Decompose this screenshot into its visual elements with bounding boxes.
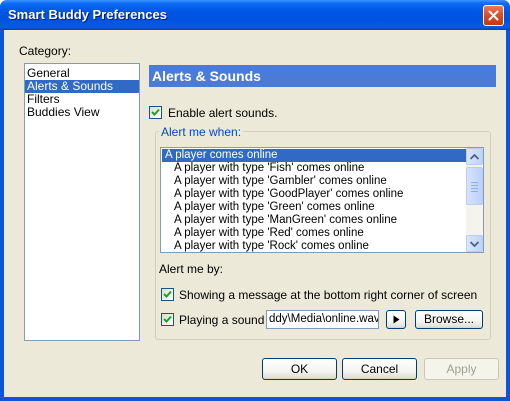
window-title: Smart Buddy Preferences [8,7,167,22]
category-item[interactable]: Buddies View [25,106,139,119]
alert-when-list[interactable]: A player comes online A player with type … [160,147,484,253]
browse-button[interactable]: Browse... [415,310,483,329]
play-sound-button[interactable] [386,310,406,329]
dialog-client-area: Category: General Alerts & Sounds Filters B… [4,30,506,397]
alert-list-item[interactable]: A player with type 'GoodPlayer' comes on… [162,188,466,201]
scroll-down-arrow-icon [470,240,479,247]
close-button[interactable] [483,5,504,26]
alert-list-scrollbar[interactable] [466,148,483,252]
category-list[interactable]: General Alerts & Sounds Filters Buddies Vie… [24,63,140,341]
checkmark-icon [151,108,160,116]
category-label: Category: [19,44,72,58]
scroll-down-button[interactable] [466,235,483,252]
alert-list-item[interactable]: A player with type 'Green' comes online [162,201,466,214]
play-sound-checkbox[interactable] [161,313,174,326]
scroll-thumb[interactable] [466,167,483,205]
enable-alerts-checkbox[interactable] [149,106,162,119]
alert-list-item[interactable]: A player with type 'Gambler' comes onlin… [162,175,466,188]
play-sound-label: Playing a sound [179,313,265,327]
ok-button[interactable]: OK [262,358,337,380]
alert-by-label: Alert me by: [159,262,224,276]
cancel-button[interactable]: Cancel [342,358,417,380]
sound-file-field[interactable]: ddy\Media\online.wav [266,310,379,329]
alert-list-item[interactable]: A player with type 'ManGreen' comes onli… [162,214,466,227]
scroll-up-arrow-icon [470,153,479,160]
alert-when-label: Alert me when: [159,125,244,139]
alert-list-item[interactable]: A player with type 'Red' comes online [162,227,466,240]
title-bar[interactable]: Smart Buddy Preferences [0,0,510,30]
section-title: Alerts & Sounds [149,65,496,87]
close-icon [488,10,499,21]
show-message-checkbox[interactable] [161,288,174,301]
apply-button: Apply [424,358,499,380]
alert-list-item[interactable]: A player comes online [162,149,466,162]
play-icon [393,315,399,324]
scroll-up-button[interactable] [466,148,483,165]
alert-list-item[interactable]: A player with type 'Rock' comes online [162,240,466,252]
alert-list-item[interactable]: A player with type 'Fish' comes online [162,162,466,175]
enable-alerts-label: Enable alert sounds. [168,106,278,120]
preferences-window: Smart Buddy Preferences Category: Genera… [0,0,510,401]
checkmark-icon [163,315,172,323]
show-message-label: Showing a message at the bottom right co… [179,288,478,302]
checkmark-icon [163,290,172,298]
